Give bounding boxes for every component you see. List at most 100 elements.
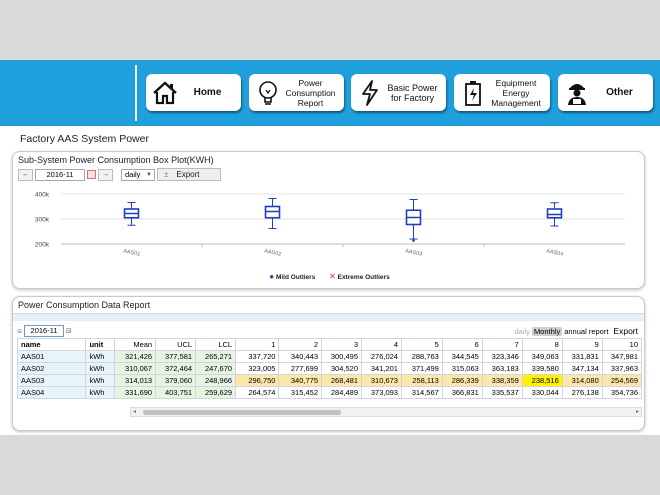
x-tick-label: AAS01 <box>123 248 141 257</box>
scroll-right-icon[interactable]: ▸ <box>636 408 639 415</box>
nav-separator <box>135 65 137 121</box>
row-name: AAS04 <box>17 386 87 399</box>
report-header-row: name unit Mean UCL LCL 1 2 3 4 5 6 7 8 9 10 <box>17 338 642 351</box>
chart-export-button[interactable]: ± Export <box>157 168 221 181</box>
report-panel: Power Consumption Data Report ⊖ 2016-11 … <box>12 296 645 431</box>
column-header: 9 <box>561 338 603 351</box>
table-cell: 340,443 <box>278 350 323 363</box>
column-header: UCL <box>155 338 197 351</box>
table-cell: 258,113 <box>400 374 443 387</box>
table-cell: 276,024 <box>361 350 402 363</box>
table-cell: 323,346 <box>481 350 523 363</box>
report-view-switch: daily Monthly annual report Export <box>515 326 638 336</box>
nav-other-button[interactable]: Other <box>558 74 653 111</box>
view-daily-button[interactable]: daily <box>515 327 530 336</box>
table-cell: 268,481 <box>321 374 362 387</box>
nav-home-button[interactable]: Home <box>146 74 241 111</box>
y-tick-label: 300k <box>35 217 50 224</box>
table-cell: 288,763 <box>400 350 443 363</box>
table-cell: 347,981 <box>601 350 642 363</box>
table-cell: 321,426 <box>114 350 157 363</box>
report-header-strip <box>13 313 644 321</box>
extreme-outlier-x-icon: ✕ <box>329 272 336 281</box>
table-cell: 340,775 <box>278 374 323 387</box>
table-cell: 337,720 <box>235 350 280 363</box>
table-cell: 338,359 <box>481 374 523 387</box>
table-cell: 296,750 <box>235 374 280 387</box>
column-header: 2 <box>278 338 323 351</box>
table-cell: 377,581 <box>155 350 197 363</box>
table-cell: 284,489 <box>321 386 362 399</box>
table-cell: 315,063 <box>441 362 483 375</box>
collapse-icon[interactable]: ⊖ <box>17 328 22 335</box>
table-cell: 264,574 <box>235 386 280 399</box>
legend-mild: ● Mild Outliers <box>269 272 315 281</box>
scrollbar-thumb[interactable] <box>143 410 341 415</box>
table-cell: 323,005 <box>235 362 280 375</box>
report-title: Power Consumption Data Report <box>18 300 151 310</box>
table-cell: 349,063 <box>521 350 563 363</box>
column-header: 5 <box>400 338 443 351</box>
table-cell: 372,464 <box>155 362 197 375</box>
column-header: LCL <box>195 338 237 351</box>
table-cell: 344,545 <box>441 350 483 363</box>
column-header: 4 <box>361 338 402 351</box>
table-cell: 277,699 <box>278 362 323 375</box>
x-tick-label: AAS02 <box>264 248 282 257</box>
export-icon: ± <box>164 170 169 179</box>
month-date-field[interactable]: 2016-11 <box>35 168 85 181</box>
row-unit: kWh <box>85 374 116 387</box>
table-row[interactable]: AAS01 kWh 321,426 377,581 265,271 337,720 340,… <box>17 350 642 363</box>
column-header: Mean <box>114 338 157 351</box>
table-row[interactable]: AAS04 kWh 331,690 403,751 259,629 264,574 315,… <box>17 386 642 399</box>
box <box>546 208 563 219</box>
mild-outlier-point <box>412 239 415 242</box>
table-cell: 339,580 <box>521 362 563 375</box>
page-title: Factory AAS System Power <box>20 133 149 145</box>
table-cell: 354,736 <box>601 386 642 399</box>
nav-equipment-energy-label: Equipment Energy Management <box>491 77 541 108</box>
table-cell: 331,690 <box>114 386 157 399</box>
lightning-icon <box>357 79 383 106</box>
y-tick-label: 400k <box>35 192 50 199</box>
legend-extreme: ✕ Extreme Outliers <box>329 272 390 281</box>
table-cell: 238,516 <box>521 374 563 387</box>
table-row[interactable]: AAS02 kWh 310,067 372,464 247,670 323,005 277,… <box>17 362 642 375</box>
x-tick-label: AAS03 <box>405 248 423 257</box>
table-cell: 276,138 <box>561 386 603 399</box>
table-cell: 315,452 <box>278 386 323 399</box>
lightbulb-icon <box>255 80 281 106</box>
table-cell: 314,567 <box>400 386 443 399</box>
chart-export-label: Export <box>176 170 200 179</box>
calendar-icon[interactable] <box>87 170 96 179</box>
column-header: 6 <box>441 338 483 351</box>
legend-extreme-label: Extreme Outliers <box>337 274 390 281</box>
table-cell: 366,831 <box>441 386 483 399</box>
dropdown-icon[interactable]: ⊟ <box>66 327 72 335</box>
nav-basic-power-button[interactable]: Basic Power for Factory <box>351 74 446 111</box>
battery-icon <box>460 80 486 106</box>
view-annual-button[interactable]: annual report <box>564 327 608 336</box>
period-select[interactable]: daily ▼ <box>121 168 155 181</box>
view-monthly-button[interactable]: Monthly <box>531 326 563 336</box>
box-plot-toolbar: ← 2016-11 → daily ▼ ± Export <box>18 168 221 181</box>
report-export-button[interactable]: Export <box>613 326 638 336</box>
table-cell: 300,495 <box>321 350 362 363</box>
row-unit: kWh <box>85 362 116 375</box>
row-unit: kWh <box>85 350 116 363</box>
horizontal-scrollbar[interactable]: ◂ ▸ <box>130 407 642 417</box>
table-row[interactable]: AAS03 kWh 314,013 379,060 248,966 296,750 340,… <box>17 374 642 387</box>
next-month-button[interactable]: → <box>98 168 113 181</box>
scroll-left-icon[interactable]: ◂ <box>133 408 136 415</box>
table-cell: 314,013 <box>114 374 157 387</box>
table-cell: 254,569 <box>601 374 642 387</box>
nav-equipment-energy-button[interactable]: Equipment Energy Management <box>454 74 550 111</box>
prev-month-button[interactable]: ← <box>18 168 33 181</box>
nav-power-consumption-report-button[interactable]: Power Consumption Report <box>249 74 344 111</box>
table-cell: 248,966 <box>195 374 237 387</box>
top-margin <box>0 0 660 60</box>
x-tick-label: AAS04 <box>546 248 564 257</box>
report-date-field[interactable]: 2016-11 <box>24 325 65 337</box>
report-table-wrap: name unit Mean UCL LCL 1 2 3 4 5 6 7 8 9 10 AAS01 kWh 32… <box>17 338 642 406</box>
column-header: 8 <box>521 338 563 351</box>
